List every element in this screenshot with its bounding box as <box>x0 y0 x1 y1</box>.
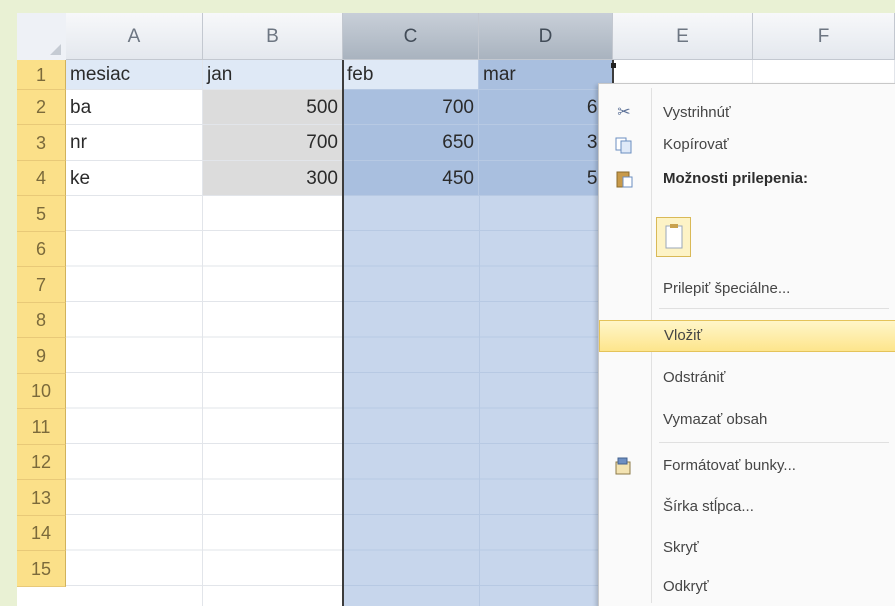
menu-item-insert-label: Vložiť <box>664 327 703 344</box>
cell-b2[interactable]: 500 <box>203 90 343 125</box>
cell-c1[interactable]: feb <box>343 60 479 90</box>
scissors-icon: ✂ <box>617 104 631 121</box>
cell-d4[interactable]: 55 <box>479 161 613 196</box>
cell-d2[interactable]: 67 <box>479 90 613 125</box>
row-header-3[interactable]: 3 <box>17 125 66 161</box>
menu-item-copy[interactable]: Kopírovať <box>599 130 895 160</box>
menu-item-format-cells[interactable]: Formátovať bunky... <box>599 451 895 481</box>
menu-item-delete[interactable]: Odstrániť <box>599 363 895 393</box>
menu-item-clear-contents-label: Vymazať obsah <box>663 411 768 428</box>
menu-item-insert[interactable]: Vložiť <box>599 320 895 352</box>
cell-c3[interactable]: 650 <box>343 125 479 161</box>
select-all-triangle-icon <box>50 44 61 55</box>
row-header-8[interactable]: 8 <box>17 303 66 338</box>
cell-b1[interactable]: jan <box>203 60 343 90</box>
select-all-corner[interactable] <box>17 13 67 61</box>
menu-heading-paste-options: Možnosti prilepenia: <box>599 164 895 194</box>
selected-column-c[interactable] <box>343 196 479 606</box>
fill-handle[interactable] <box>611 63 616 68</box>
row-header-9[interactable]: 9 <box>17 338 66 374</box>
selected-column-d[interactable] <box>479 196 613 606</box>
menu-item-paste-special-label: Prilepiť špeciálne... <box>663 280 791 297</box>
row-header-10[interactable]: 10 <box>17 374 66 409</box>
empty-grid-col-a <box>202 196 203 606</box>
menu-item-delete-label: Odstrániť <box>663 369 726 386</box>
menu-item-hide[interactable]: Skryť <box>599 533 895 563</box>
cell-c4[interactable]: 450 <box>343 161 479 196</box>
row-header-4[interactable]: 4 <box>17 161 66 196</box>
menu-item-column-width[interactable]: Šírka stĺpca... <box>599 492 895 522</box>
cell-a3[interactable]: nr <box>66 125 203 161</box>
row-header-2[interactable]: 2 <box>17 90 66 125</box>
menu-item-unhide-label: Odkryť <box>663 578 709 595</box>
row-header-6[interactable]: 6 <box>17 232 66 267</box>
menu-item-cut[interactable]: ✂ Vystrihnúť <box>599 98 895 128</box>
column-header-d[interactable]: D <box>479 13 613 60</box>
spreadsheet: A B C D E F 1 2 3 4 5 6 7 8 9 10 11 12 1… <box>17 13 895 606</box>
copy-icon <box>614 135 634 155</box>
paste-option-button[interactable] <box>656 217 691 257</box>
column-header-f[interactable]: F <box>753 13 895 60</box>
cell-d1[interactable]: mar <box>479 60 613 90</box>
menu-item-format-cells-label: Formátovať bunky... <box>663 457 796 474</box>
row-header-1[interactable]: 1 <box>17 60 66 90</box>
row-header-15[interactable]: 15 <box>17 551 66 587</box>
row-header-13[interactable]: 13 <box>17 480 66 516</box>
format-cells-icon <box>614 456 634 476</box>
menu-separator <box>659 308 889 309</box>
menu-item-hide-label: Skryť <box>663 539 699 556</box>
column-header-b[interactable]: B <box>203 13 343 60</box>
paste-option-icon <box>665 224 683 249</box>
cell-d3[interactable]: 33 <box>479 125 613 161</box>
column-header-e[interactable]: E <box>613 13 753 60</box>
cell-c2[interactable]: 700 <box>343 90 479 125</box>
row-header-12[interactable]: 12 <box>17 445 66 480</box>
column-header-a[interactable]: A <box>66 13 203 60</box>
menu-item-column-width-label: Šírka stĺpca... <box>663 498 754 515</box>
menu-item-clear-contents[interactable]: Vymazať obsah <box>599 405 895 435</box>
cell-b3[interactable]: 700 <box>203 125 343 161</box>
menu-item-cut-label: Vystrihnúť <box>663 104 731 121</box>
context-menu: ✂ Vystrihnúť Kopírovať Možnosti prilepen… <box>598 83 895 606</box>
menu-separator <box>659 442 889 443</box>
cell-a1[interactable]: mesiac <box>66 60 203 90</box>
cell-a2[interactable]: ba <box>66 90 203 125</box>
row-header-7[interactable]: 7 <box>17 267 66 303</box>
menu-item-unhide[interactable]: Odkryť <box>599 572 895 602</box>
paste-icon <box>614 169 634 189</box>
cell-a4[interactable]: ke <box>66 161 203 196</box>
menu-item-copy-label: Kopírovať <box>663 136 729 153</box>
row-header-5[interactable]: 5 <box>17 196 66 232</box>
row-header-11[interactable]: 11 <box>17 409 66 445</box>
menu-item-paste-special[interactable]: Prilepiť špeciálne... <box>599 274 895 304</box>
paste-options-label: Možnosti prilepenia: <box>663 170 809 187</box>
cell-b4[interactable]: 300 <box>203 161 343 196</box>
row-header-14[interactable]: 14 <box>17 516 66 551</box>
column-header-c[interactable]: C <box>343 13 479 60</box>
